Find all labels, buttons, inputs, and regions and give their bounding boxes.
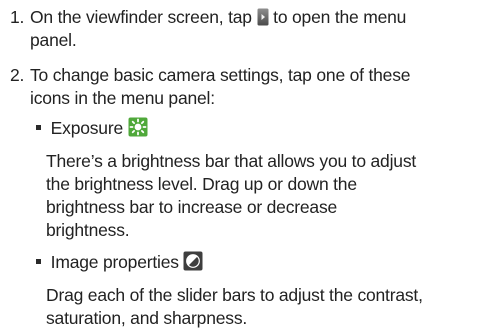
step-2-number: 2. — [10, 65, 25, 85]
image-properties-desc-line-1: Drag each of the slider bars to adjust t… — [46, 285, 423, 305]
list-item-image-properties: Image properties — [36, 251, 203, 276]
exposure-desc-line-1: There’s a brightness bar that allows you… — [46, 151, 417, 171]
menu-panel-handle-icon — [257, 8, 269, 31]
step-1-text-after-icon: to open the menu — [273, 7, 407, 27]
list-item-exposure: Exposure — [36, 117, 148, 142]
bullet-marker — [36, 259, 41, 264]
image-properties-label: Image properties — [50, 252, 179, 272]
exposure-desc-line-4: brightness. — [46, 220, 130, 240]
exposure-label: Exposure — [50, 118, 124, 138]
step-2-line-1: To change basic camera settings, tap one… — [30, 65, 411, 85]
step-1-line-1: On the viewfinder screen, tap to open th… — [30, 6, 406, 31]
step-1-text-before-icon: On the viewfinder screen, tap — [30, 7, 252, 27]
exposure-desc-line-2: the brightness level. Drag up or down th… — [46, 174, 357, 194]
exposure-desc-line-3: brightness bar to increase or decrease — [46, 197, 338, 217]
exposure-icon — [128, 117, 148, 142]
bullet-marker — [36, 125, 41, 130]
image-properties-desc-line-2: saturation, and sharpness. — [46, 308, 248, 328]
image-properties-icon — [183, 251, 203, 276]
step-1-number: 1. — [10, 7, 25, 27]
step-1-line-2: panel. — [30, 30, 77, 50]
step-2-line-2: icons in the menu panel: — [30, 88, 215, 108]
